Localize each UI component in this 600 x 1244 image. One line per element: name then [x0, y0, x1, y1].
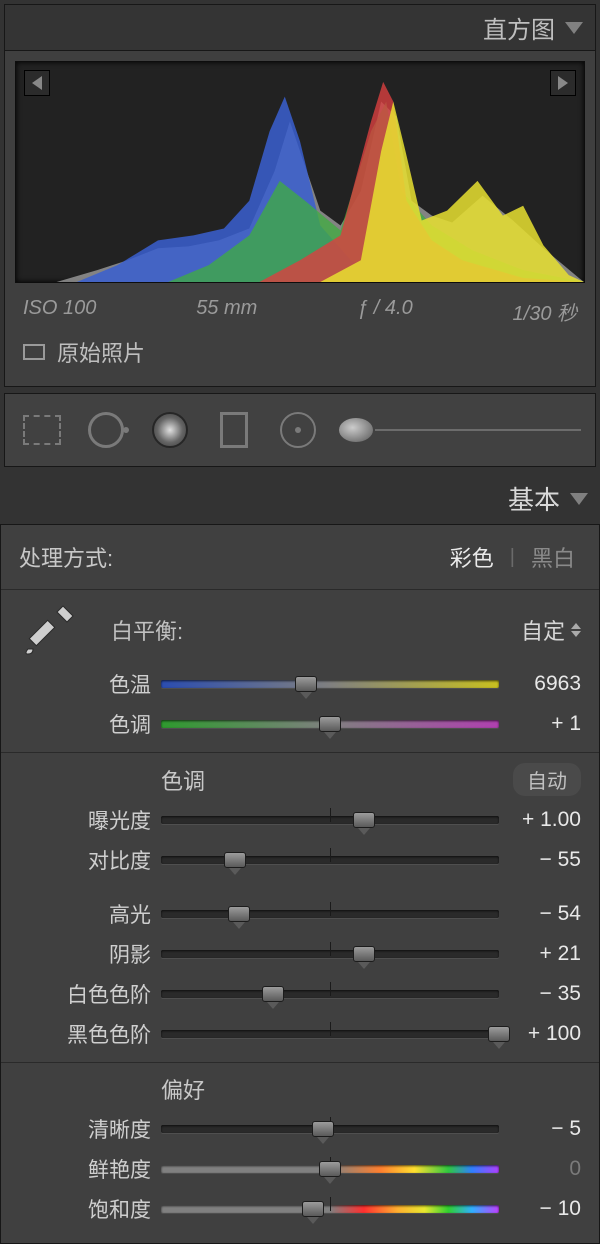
- auto-tone-button[interactable]: 自动: [513, 763, 581, 796]
- tone-section-header: 色调 自动: [1, 757, 599, 800]
- vibrance-value[interactable]: 0: [499, 1157, 581, 1181]
- dropdown-arrows-icon: [571, 623, 581, 637]
- histogram-header[interactable]: 直方图: [5, 5, 595, 51]
- blacks-slider-row: 黑色色阶 + 100: [1, 1014, 599, 1054]
- toolstrip: [4, 393, 596, 467]
- exif-focal: 55 mm: [196, 297, 257, 326]
- presence-section-header: 偏好: [1, 1067, 599, 1109]
- spot-removal-tool[interactable]: [83, 407, 129, 453]
- treatment-bw[interactable]: 黑白: [525, 539, 581, 575]
- crop-tool[interactable]: [19, 407, 65, 453]
- exposure-label: 曝光度: [19, 805, 161, 835]
- highlights-value[interactable]: − 54: [499, 902, 581, 926]
- highlights-slider-row: 高光 − 54: [1, 894, 599, 934]
- adjustment-brush-tool[interactable]: [339, 407, 581, 453]
- checkbox-icon: [23, 344, 45, 360]
- exif-info: ISO 100 55 mm ƒ / 4.0 1/30 秒: [5, 293, 595, 336]
- exposure-slider-row: 曝光度 + 1.00: [1, 800, 599, 840]
- radial-filter-tool[interactable]: [147, 407, 193, 453]
- clarity-slider-row: 清晰度 − 5: [1, 1109, 599, 1149]
- exif-iso: ISO 100: [23, 297, 96, 326]
- shadows-label: 阴影: [19, 939, 161, 969]
- temp-label: 色温: [19, 669, 161, 699]
- shadows-slider[interactable]: [161, 945, 499, 963]
- tint-slider-row: 色调 + 1: [1, 704, 599, 744]
- exposure-slider[interactable]: [161, 811, 499, 829]
- temp-slider-row: 色温 6963: [1, 664, 599, 704]
- whites-slider[interactable]: [161, 985, 499, 1003]
- saturation-slider-row: 饱和度 − 10: [1, 1189, 599, 1229]
- shadows-value[interactable]: + 21: [499, 942, 581, 966]
- shadows-slider-row: 阴影 + 21: [1, 934, 599, 974]
- wb-preset-dropdown[interactable]: 自定: [521, 614, 581, 646]
- highlights-slider[interactable]: [161, 905, 499, 923]
- basic-panel: 处理方式: 彩色 | 黑白 白平衡: 自定 色温 6963 色调: [0, 525, 600, 1244]
- original-photo-toggle[interactable]: 原始照片: [5, 336, 595, 386]
- treatment-label: 处理方式:: [19, 541, 113, 573]
- treatment-color[interactable]: 彩色: [444, 539, 500, 575]
- presence-header-label: 偏好: [161, 1073, 205, 1105]
- basic-title: 基本: [508, 480, 560, 517]
- wb-label: 白平衡:: [111, 614, 183, 646]
- collapse-icon: [565, 22, 583, 34]
- histogram-panel: 直方图 ISO 100 55 mm ƒ / 4.0 1/30 秒 原始照片: [4, 4, 596, 387]
- vibrance-slider-row: 鲜艳度 0: [1, 1149, 599, 1189]
- tint-label: 色调: [19, 709, 161, 739]
- histogram-chart: [16, 62, 584, 282]
- tone-header-label: 色调: [161, 764, 205, 796]
- saturation-slider[interactable]: [161, 1200, 499, 1218]
- blacks-value[interactable]: + 100: [499, 1022, 581, 1046]
- whites-label: 白色色阶: [19, 979, 161, 1009]
- basic-panel-header[interactable]: 基本: [0, 473, 600, 525]
- exposure-value[interactable]: + 1.00: [499, 808, 581, 832]
- contrast-value[interactable]: − 55: [499, 848, 581, 872]
- temp-value[interactable]: 6963: [499, 672, 581, 696]
- blacks-slider[interactable]: [161, 1025, 499, 1043]
- clarity-label: 清晰度: [19, 1114, 161, 1144]
- histogram-display[interactable]: [15, 61, 585, 283]
- collapse-icon: [570, 493, 588, 505]
- original-photo-label: 原始照片: [57, 336, 145, 368]
- vibrance-label: 鲜艳度: [19, 1154, 161, 1184]
- tint-value[interactable]: + 1: [499, 712, 581, 736]
- saturation-value[interactable]: − 10: [499, 1197, 581, 1221]
- exif-aperture: ƒ / 4.0: [357, 297, 413, 326]
- vibrance-slider[interactable]: [161, 1160, 499, 1178]
- clarity-slider[interactable]: [161, 1120, 499, 1138]
- exif-shutter: 1/30 秒: [513, 297, 577, 326]
- treatment-row: 处理方式: 彩色 | 黑白: [1, 525, 599, 590]
- histogram-title: 直方图: [483, 10, 555, 45]
- graduated-filter-tool[interactable]: [211, 407, 257, 453]
- tint-slider[interactable]: [161, 715, 499, 733]
- white-balance-row: 白平衡: 自定: [1, 590, 599, 664]
- blacks-label: 黑色色阶: [19, 1019, 161, 1049]
- highlights-label: 高光: [19, 899, 161, 929]
- contrast-label: 对比度: [19, 845, 161, 875]
- clarity-value[interactable]: − 5: [499, 1117, 581, 1141]
- redeye-tool[interactable]: [275, 407, 321, 453]
- contrast-slider-row: 对比度 − 55: [1, 840, 599, 880]
- whites-value[interactable]: − 35: [499, 982, 581, 1006]
- eyedropper-tool[interactable]: [19, 600, 79, 660]
- contrast-slider[interactable]: [161, 851, 499, 869]
- whites-slider-row: 白色色阶 − 35: [1, 974, 599, 1014]
- temp-slider[interactable]: [161, 675, 499, 693]
- saturation-label: 饱和度: [19, 1194, 161, 1224]
